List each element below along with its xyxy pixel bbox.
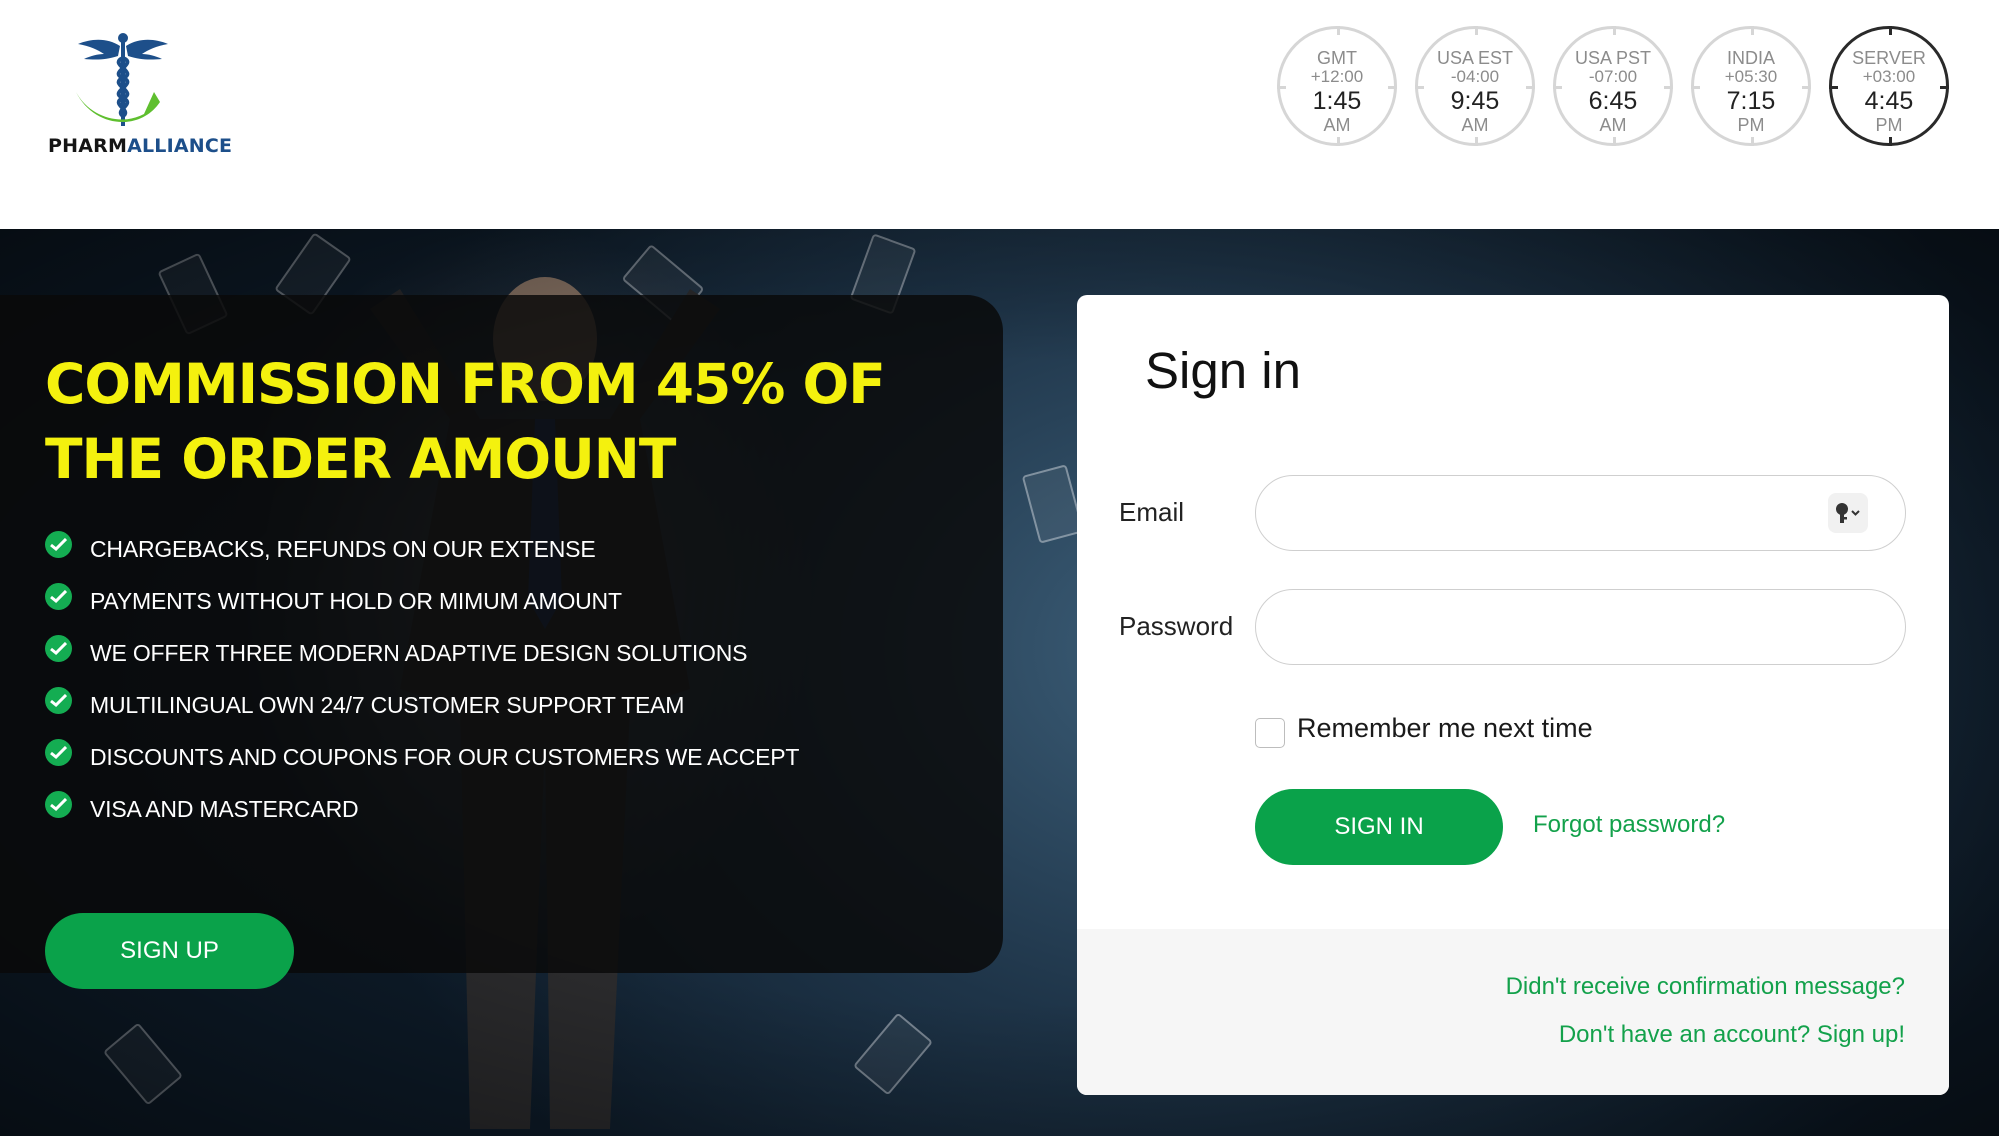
promo-headline-line2: THE ORDER AMOUNT	[45, 427, 676, 491]
feature-text: PAYMENTS WITHOUT HOLD OR MIMUM AMOUNT	[90, 587, 622, 614]
remember-me-checkbox[interactable]	[1255, 718, 1285, 748]
clock-gmt: GMT +12:00 1:45 AM	[1277, 26, 1397, 146]
resend-confirmation-link[interactable]: Didn't receive confirmation message?	[1506, 973, 1905, 1001]
feature-text: MULTILINGUAL OWN 24/7 CUSTOMER SUPPORT T…	[90, 691, 685, 718]
clock-zone: SERVER	[1852, 48, 1926, 68]
password-label: Password	[1119, 611, 1234, 641]
brand-name: PHARMALLIANCE	[48, 135, 232, 157]
clock-offset: -07:00	[1588, 67, 1638, 86]
brand-name-part2: ALLIANCE	[127, 135, 233, 157]
clock-offset: +05:30	[1724, 67, 1778, 86]
feature-item: WE OFFER THREE MODERN ADAPTIVE DESIGN SO…	[45, 627, 799, 679]
promo-headline-line1: COMMISSION FROM 45% OF	[45, 352, 886, 416]
clock-ampm: AM	[1461, 115, 1489, 135]
clock-offset: +03:00	[1862, 67, 1916, 86]
caduceus-icon	[76, 33, 168, 126]
clock-ampm: PM	[1875, 115, 1903, 135]
clock-ampm: AM	[1323, 115, 1351, 135]
clock-time: 9:45	[1450, 87, 1500, 115]
password-manager-key-icon[interactable]	[1828, 493, 1868, 533]
sign-in-card-footer: Didn't receive confirmation message? Don…	[1077, 929, 1949, 1095]
checkmark-icon	[45, 686, 72, 714]
promo-panel: COMMISSION FROM 45% OF THE ORDER AMOUNT …	[0, 295, 1003, 989]
remember-me-label[interactable]: Remember me next time	[1297, 713, 1593, 744]
clock-ampm: AM	[1599, 115, 1627, 135]
checkmark-icon	[45, 634, 72, 662]
feature-item: DISCOUNTS AND COUPONS FOR OUR CUSTOMERS …	[45, 731, 799, 783]
clock-india: INDIA +05:30 7:15 PM	[1691, 26, 1811, 146]
clock-server: SERVER +03:00 4:45 PM	[1829, 26, 1949, 146]
site-header: PHARMALLIANCE GMT +12:00 1:45 AM USA EST…	[0, 0, 1999, 229]
sign-in-title: Sign in	[1145, 342, 1301, 399]
sign-up-link[interactable]: Don't have an account? Sign up!	[1559, 1021, 1905, 1049]
feature-item: CHARGEBACKS, REFUNDS ON OUR EXTENSE	[45, 523, 799, 575]
clock-time: 6:45	[1588, 87, 1638, 115]
feature-text: CHARGEBACKS, REFUNDS ON OUR EXTENSE	[90, 535, 596, 562]
clock-zone: GMT	[1317, 48, 1357, 68]
checkmark-icon	[45, 790, 72, 818]
clock-usa-pst: USA PST -07:00 6:45 AM	[1553, 26, 1673, 146]
email-field[interactable]	[1255, 475, 1906, 551]
clock-offset: +12:00	[1310, 67, 1364, 86]
feature-item: VISA AND MASTERCARD	[45, 783, 799, 835]
clock-usa-est: USA EST -04:00 9:45 AM	[1415, 26, 1535, 146]
email-label: Email	[1119, 497, 1185, 527]
world-clocks: GMT +12:00 1:45 AM USA EST -04:00 9:45 A…	[1277, 26, 1949, 146]
checkmark-icon	[45, 530, 72, 558]
clock-offset: -04:00	[1450, 67, 1500, 86]
brand-name-part1: PHARM	[48, 135, 128, 157]
feature-item: MULTILINGUAL OWN 24/7 CUSTOMER SUPPORT T…	[45, 679, 799, 731]
clock-time: 1:45	[1312, 87, 1362, 115]
sign-in-card: Sign in Email Password Remember me next …	[1077, 295, 1949, 1095]
clock-time: 4:45	[1864, 87, 1914, 115]
clock-zone: INDIA	[1726, 48, 1775, 68]
brand-logo[interactable]: PHARMALLIANCE	[48, 32, 232, 162]
clock-ampm: PM	[1737, 115, 1765, 135]
feature-text: VISA AND MASTERCARD	[90, 795, 359, 822]
sign-up-button[interactable]: SIGN UP	[45, 913, 294, 989]
feature-text: WE OFFER THREE MODERN ADAPTIVE DESIGN SO…	[90, 639, 748, 666]
feature-item: PAYMENTS WITHOUT HOLD OR MIMUM AMOUNT	[45, 575, 799, 627]
feature-list: CHARGEBACKS, REFUNDS ON OUR EXTENSE PAYM…	[45, 523, 799, 835]
clock-time: 7:15	[1726, 87, 1776, 115]
checkmark-icon	[45, 738, 72, 766]
clock-zone: USA PST	[1574, 48, 1652, 68]
sign-in-button[interactable]: SIGN IN	[1255, 789, 1503, 865]
promo-headline: COMMISSION FROM 45% OF THE ORDER AMOUNT	[45, 347, 945, 497]
clock-zone: USA EST	[1436, 48, 1514, 68]
hero-banner: COMMISSION FROM 45% OF THE ORDER AMOUNT …	[0, 229, 1999, 1136]
feature-text: DISCOUNTS AND COUPONS FOR OUR CUSTOMERS …	[90, 743, 800, 770]
checkmark-icon	[45, 582, 72, 610]
forgot-password-link[interactable]: Forgot password?	[1533, 811, 1725, 839]
password-field[interactable]	[1255, 589, 1906, 665]
